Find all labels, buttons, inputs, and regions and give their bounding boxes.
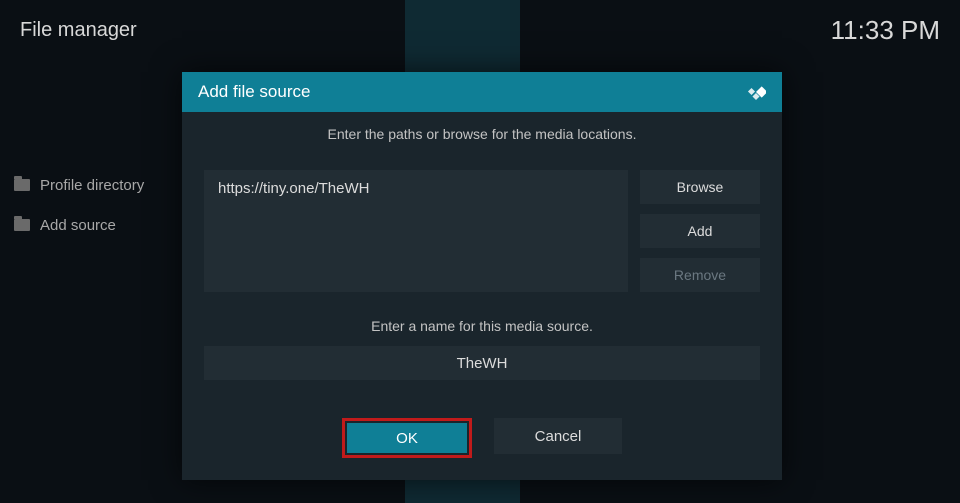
kodi-logo-icon [746,82,766,102]
browse-button[interactable]: Browse [640,170,760,204]
sidebar-item-label: Profile directory [40,177,144,194]
add-file-source-dialog: Add file source Enter the paths or brows… [182,72,782,480]
source-name-value: TheWH [457,355,508,372]
dialog-title: Add file source [198,82,310,102]
add-button[interactable]: Add [640,214,760,248]
path-list[interactable]: https://tiny.one/TheWH [204,170,628,292]
page-title: File manager [20,19,137,42]
paths-instruction: Enter the paths or browse for the media … [204,126,760,142]
ok-highlight: OK [342,418,472,458]
source-name-input[interactable]: TheWH [204,346,760,380]
ok-button[interactable]: OK [347,423,467,453]
sidebar-item-profile-directory[interactable]: Profile directory [14,165,144,205]
sidebar: Profile directory Add source [14,165,144,245]
sidebar-item-label: Add source [40,217,116,234]
dialog-body: Enter the paths or browse for the media … [182,112,782,480]
name-instruction: Enter a name for this media source. [204,318,760,334]
path-actions: Browse Add Remove [640,170,760,292]
cancel-button[interactable]: Cancel [494,418,622,454]
path-item[interactable]: https://tiny.one/TheWH [218,180,614,197]
remove-button: Remove [640,258,760,292]
clock: 11:33 PM [831,15,940,46]
folder-icon [14,219,30,231]
sidebar-item-add-source[interactable]: Add source [14,205,144,245]
top-bar: File manager 11:33 PM [0,10,960,50]
dialog-actions: OK Cancel [204,418,760,458]
folder-icon [14,179,30,191]
dialog-header: Add file source [182,72,782,112]
